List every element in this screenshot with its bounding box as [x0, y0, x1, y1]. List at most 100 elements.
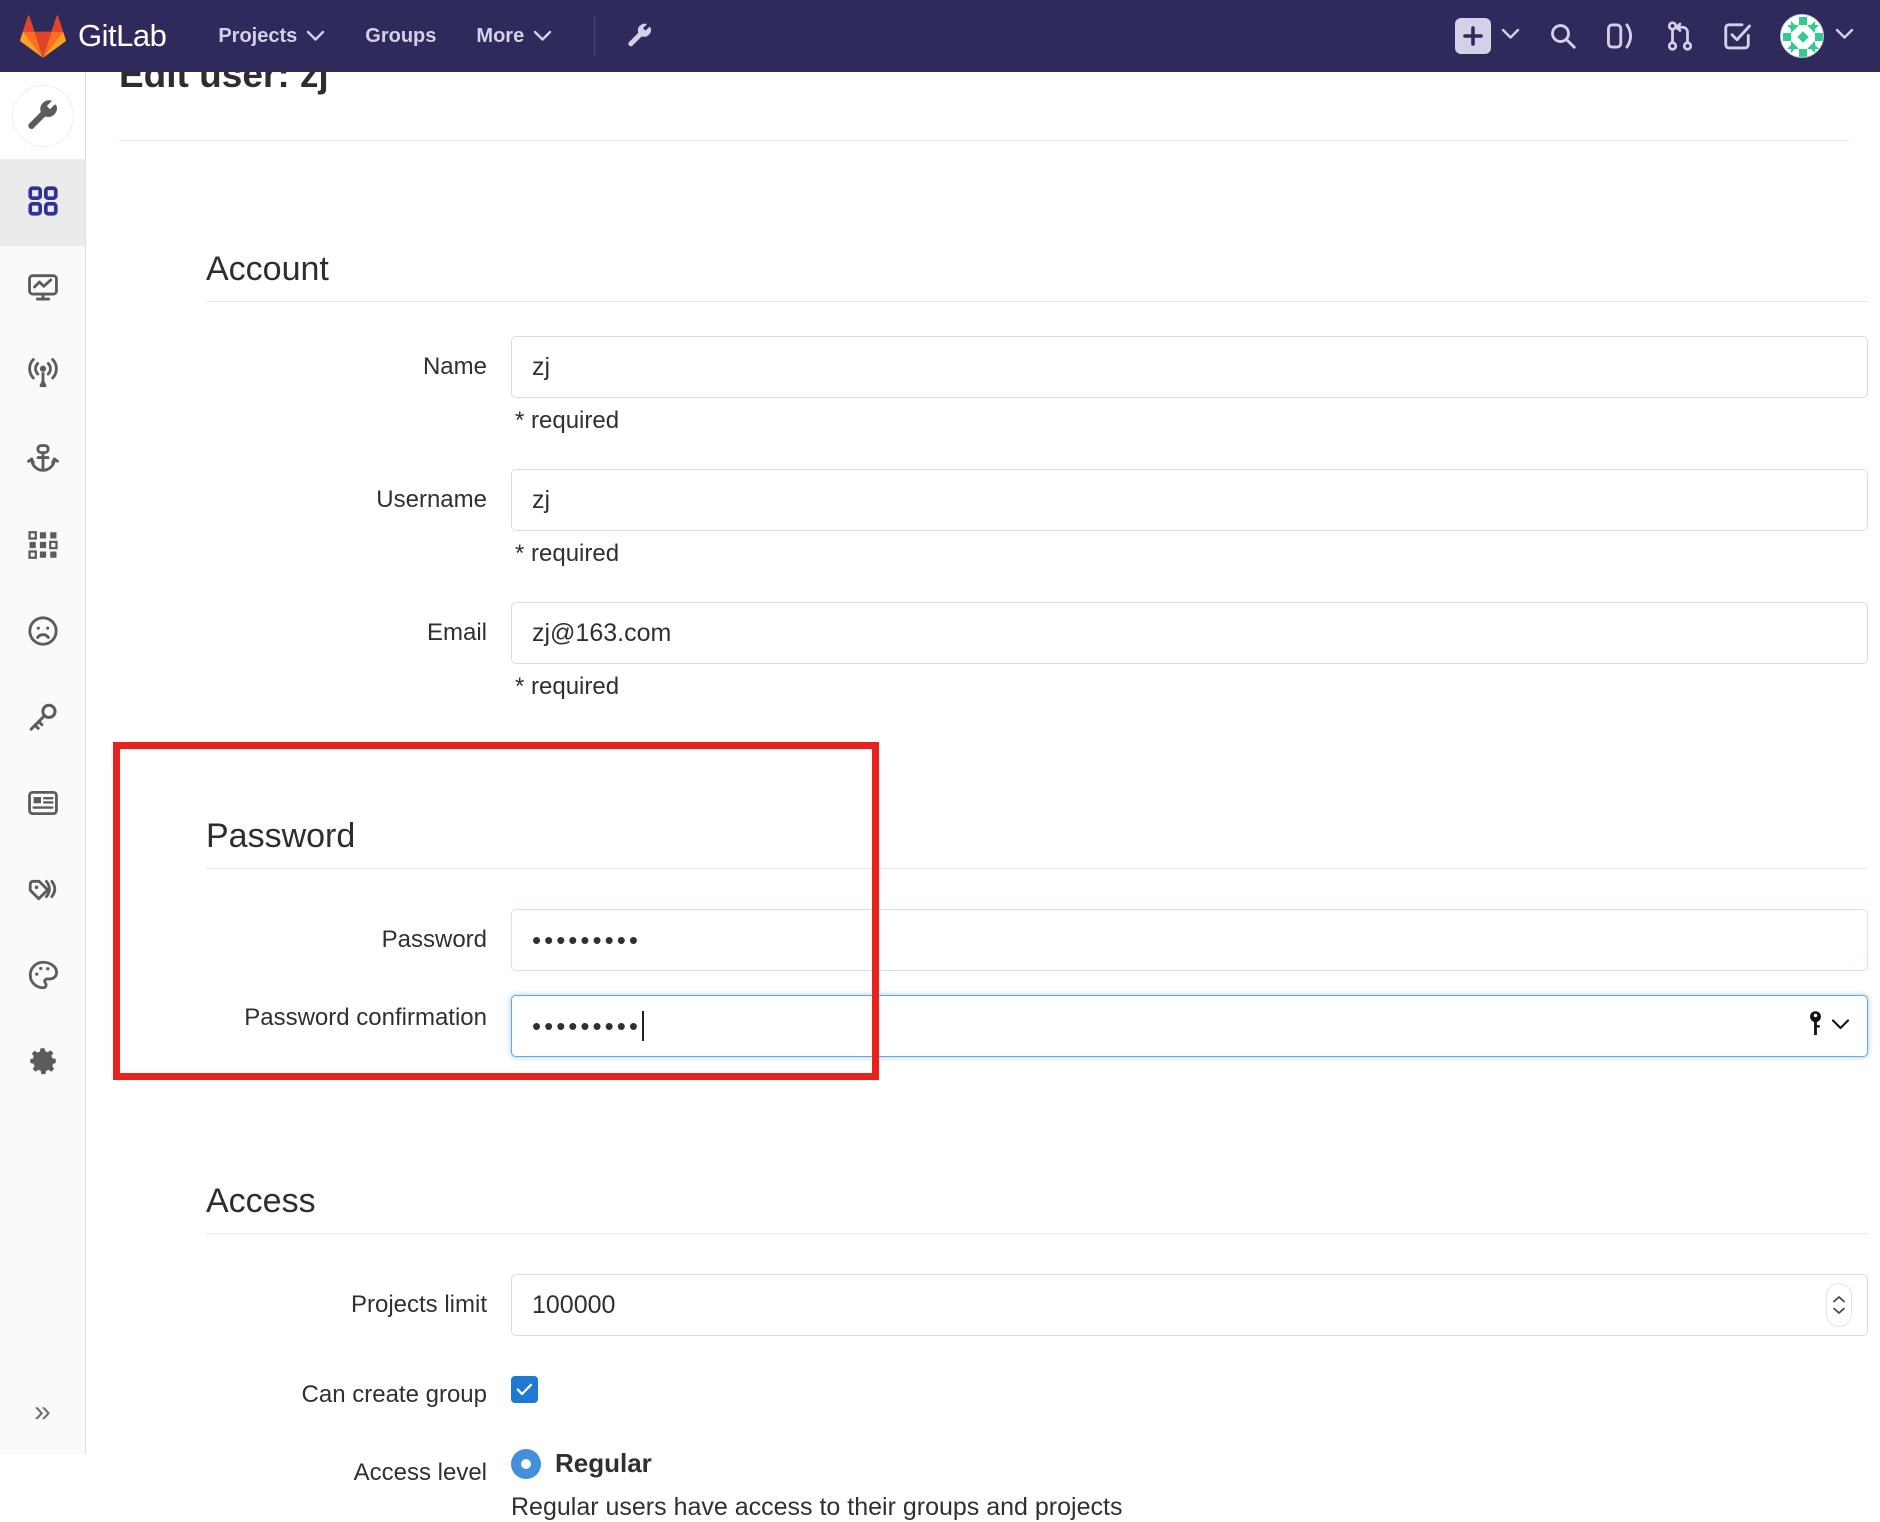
search-icon[interactable] — [1548, 21, 1578, 51]
chevron-down-icon — [306, 25, 325, 48]
email-required-note: * required — [515, 673, 620, 700]
account-section-title: Account — [206, 250, 329, 288]
gitlab-logo-icon[interactable] — [20, 14, 66, 58]
password-section: Password Password ••••••••• Password con… — [206, 817, 1868, 1057]
password-section-divider — [206, 868, 1868, 869]
user-menu-dropdown[interactable] — [1780, 14, 1854, 58]
monitor-chart-icon — [26, 270, 60, 309]
labels-icon — [26, 872, 60, 911]
nav-item-groups[interactable]: Groups — [365, 25, 436, 48]
password-confirmation-input[interactable]: ••••••••• — [511, 995, 1868, 1057]
text-caret — [641, 1011, 644, 1041]
sidebar-item-deploy-keys[interactable] — [0, 676, 85, 762]
nav-item-projects-label: Projects — [218, 24, 298, 47]
can-create-group-label: Can create group — [301, 1381, 487, 1408]
todos-icon[interactable] — [1722, 21, 1752, 51]
projects-limit-input[interactable] — [511, 1274, 1868, 1336]
nav-item-more[interactable]: More — [476, 25, 552, 48]
admin-sidebar: » — [0, 72, 86, 1454]
password-section-title: Password — [206, 817, 356, 855]
anchor-icon — [26, 442, 60, 481]
name-required-note: * required — [515, 407, 620, 434]
sidebar-item-labels[interactable] — [0, 848, 85, 934]
chevron-down-icon — [1835, 27, 1854, 45]
gear-icon — [26, 1044, 60, 1083]
issues-icon[interactable] — [1606, 21, 1638, 51]
sidebar-collapse-toggle[interactable]: » — [0, 1370, 85, 1454]
palette-icon — [26, 958, 60, 997]
sidebar-item-admin-area[interactable] — [11, 84, 74, 147]
admin-wrench-icon[interactable] — [625, 21, 655, 51]
sidebar-item-kubernetes[interactable] — [0, 418, 85, 504]
grid-squares-icon — [26, 184, 60, 223]
navbar-divider — [594, 15, 596, 57]
merge-requests-icon[interactable] — [1666, 21, 1694, 51]
field-row-name: Name * required — [206, 336, 1868, 435]
chevron-down-icon — [1501, 27, 1520, 45]
sidebar-item-system-hooks[interactable] — [0, 332, 85, 418]
field-row-access-level: Access level Regular Regular users have … — [206, 1438, 1868, 1522]
email-label: Email — [426, 619, 487, 646]
field-row-username: Username * required — [206, 469, 1868, 568]
broadcast-icon — [26, 356, 60, 395]
password-label: Password — [381, 926, 487, 953]
access-level-label: Access level — [353, 1459, 487, 1486]
key-icon — [1807, 1011, 1824, 1042]
projects-limit-stepper[interactable] — [1826, 1283, 1852, 1327]
main-content: Edit user: zj Account Name * required Us… — [86, 54, 1880, 1521]
nav-item-more-label: More — [476, 24, 525, 47]
chevron-down-icon — [1831, 1017, 1850, 1035]
projects-limit-label: Projects limit — [350, 1291, 487, 1318]
username-required-note: * required — [515, 540, 620, 567]
plus-icon — [1455, 18, 1491, 54]
name-input[interactable] — [511, 336, 1868, 398]
password-confirmation-value: ••••••••• — [532, 1010, 641, 1041]
nav-item-groups-label: Groups — [365, 24, 437, 47]
password-manager-dropdown[interactable] — [1807, 1011, 1850, 1042]
password-value: ••••••••• — [532, 924, 641, 955]
top-navbar: GitLab Projects Groups More — [0, 0, 1880, 72]
access-section-title: Access — [206, 1182, 316, 1220]
title-divider — [119, 140, 1849, 141]
sidebar-item-settings[interactable] — [0, 1020, 85, 1106]
radio-regular-label: Regular — [555, 1448, 652, 1478]
radio-regular[interactable] — [511, 1448, 541, 1479]
nav-item-projects[interactable]: Projects — [218, 25, 325, 48]
field-row-password-confirmation: Password confirmation ••••••••• — [206, 995, 1868, 1057]
dots-grid-icon — [26, 528, 60, 567]
username-input[interactable] — [511, 469, 1868, 531]
password-confirmation-label: Password confirmation — [244, 1004, 487, 1031]
access-section: Access Projects limit Can create group A… — [206, 1182, 1868, 1522]
sidebar-item-overview[interactable] — [0, 160, 85, 246]
sidebar-item-monitoring[interactable] — [0, 246, 85, 332]
navbar-left: GitLab Projects Groups More — [0, 14, 655, 58]
avatar — [1780, 14, 1824, 58]
sidebar-item-appearance[interactable] — [0, 934, 85, 1020]
field-row-can-create-group: Can create group — [206, 1364, 1868, 1410]
create-new-dropdown[interactable] — [1455, 18, 1520, 54]
name-label: Name — [422, 353, 487, 380]
sad-face-icon — [26, 614, 60, 653]
sidebar-header[interactable] — [0, 72, 85, 160]
account-section: Account Name * required Username * requi… — [206, 250, 1868, 701]
navbar-right — [1455, 14, 1880, 58]
email-input[interactable] — [511, 602, 1868, 664]
username-label: Username — [376, 486, 487, 513]
key-icon — [26, 700, 60, 739]
access-section-divider — [206, 1233, 1868, 1234]
password-input[interactable]: ••••••••• — [511, 909, 1868, 971]
access-level-option-regular[interactable]: Regular — [511, 1448, 1868, 1479]
field-row-password: Password ••••••••• — [206, 909, 1868, 971]
news-card-icon — [26, 786, 60, 825]
field-row-email: Email * required — [206, 602, 1868, 701]
sidebar-item-abuse-reports[interactable] — [0, 590, 85, 676]
access-level-description: Regular users have access to their group… — [511, 1493, 1123, 1521]
account-section-divider — [206, 301, 1868, 302]
chevron-down-icon — [533, 25, 552, 48]
can-create-group-checkbox[interactable] — [511, 1376, 538, 1403]
field-row-projects-limit: Projects limit — [206, 1274, 1868, 1336]
sidebar-item-license[interactable] — [0, 762, 85, 848]
sidebar-item-applications[interactable] — [0, 504, 85, 590]
navbar-menu: Projects Groups More — [218, 25, 552, 48]
brand-name[interactable]: GitLab — [78, 18, 167, 54]
